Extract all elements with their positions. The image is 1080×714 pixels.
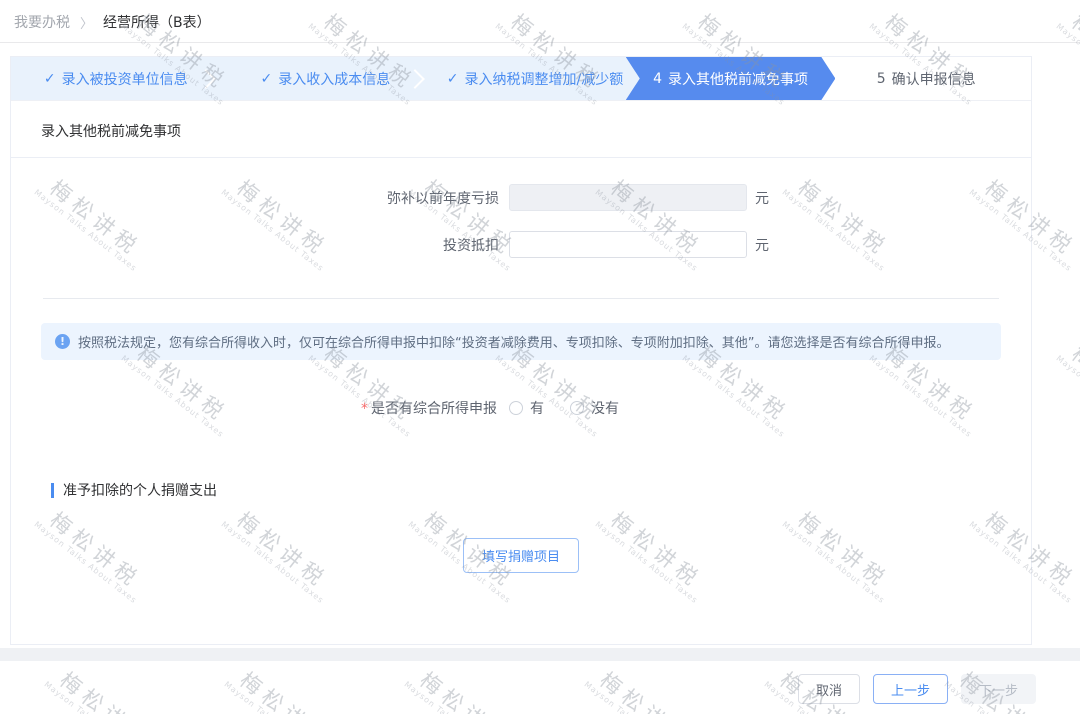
header-divider xyxy=(0,42,1080,43)
investment-offset-input[interactable] xyxy=(509,231,747,258)
radio-option-label: 没有 xyxy=(591,398,619,418)
info-icon: ! xyxy=(55,334,70,349)
field-row-prior-year-loss: 弥补以前年度亏损 元 xyxy=(11,184,1031,211)
step-5-confirm-declaration[interactable]: 5 确认申报信息 xyxy=(821,57,1031,100)
step-2-income-cost-info[interactable]: ✓ 录入收入成本信息 xyxy=(221,57,431,100)
deduction-form: 弥补以前年度亏损 元 投资抵扣 元 xyxy=(11,158,1031,284)
unit-label: 元 xyxy=(755,188,769,208)
radio-circle-icon[interactable] xyxy=(509,401,523,415)
radio-circle-icon[interactable] xyxy=(570,401,584,415)
notice-text: 按照税法规定，您有综合所得收入时，仅可在综合所得申报中扣除“投资者减除费用、专项… xyxy=(78,332,949,351)
field-row-investment-offset: 投资抵扣 元 xyxy=(11,231,1031,258)
field-label: 投资抵扣 xyxy=(11,235,509,255)
tax-law-notice-banner: ! 按照税法规定，您有综合所得收入时，仅可在综合所得申报中扣除“投资者减除费用、… xyxy=(41,323,1001,360)
section-divider xyxy=(43,298,999,299)
footer-action-bar: 取消 上一步 下一步 xyxy=(0,661,1080,714)
step-number: 5 xyxy=(877,71,886,87)
watermark: 梅松讲税Mayson Talks About Taxes xyxy=(1062,339,1080,446)
fill-donation-items-button[interactable]: 填写捐赠项目 xyxy=(463,538,579,573)
title-accent-bar xyxy=(51,483,54,498)
footer-separator-band xyxy=(0,648,1080,661)
comprehensive-income-radio-group: *是否有综合所得申报 有 没有 xyxy=(11,398,1031,418)
step-label: 录入纳税调整增加/减少额 xyxy=(464,69,623,89)
donation-section-title: 准予扣除的个人捐赠支出 xyxy=(51,480,1031,500)
main-card: ✓ 录入被投资单位信息 ✓ 录入收入成本信息 ✓ 录入纳税调整增加/减少额 4 … xyxy=(10,56,1032,645)
check-icon: ✓ xyxy=(44,71,56,87)
previous-step-button[interactable]: 上一步 xyxy=(873,674,948,704)
chevron-right-icon xyxy=(405,69,425,89)
prior-year-loss-input xyxy=(509,184,747,211)
breadcrumb-parent[interactable]: 我要办税 xyxy=(14,12,70,32)
breadcrumb-separator-icon: 〉 xyxy=(80,13,93,32)
step-label: 录入被投资单位信息 xyxy=(62,69,188,89)
donation-title-text: 准予扣除的个人捐赠支出 xyxy=(63,480,217,500)
radio-option-label: 有 xyxy=(530,398,544,418)
unit-label: 元 xyxy=(755,235,769,255)
step-4-pretax-deductions-active[interactable]: 4 录入其他税前减免事项 xyxy=(626,57,836,100)
radio-group-label: *是否有综合所得申报 xyxy=(11,398,509,418)
page: 我要办税 〉 经营所得（B表） ✓ 录入被投资单位信息 ✓ 录入收入成本信息 ✓… xyxy=(0,0,1080,714)
check-icon: ✓ xyxy=(261,71,273,87)
step-label: 确认申报信息 xyxy=(892,69,976,89)
step-label: 录入其他税前减免事项 xyxy=(668,69,808,89)
step-label: 录入收入成本信息 xyxy=(278,69,390,89)
radio-option-no[interactable]: 没有 xyxy=(570,398,619,418)
field-label: 弥补以前年度亏损 xyxy=(11,188,509,208)
radio-option-yes[interactable]: 有 xyxy=(509,398,544,418)
breadcrumb-current: 经营所得（B表） xyxy=(103,12,211,32)
chevron-right-icon xyxy=(196,69,216,89)
required-asterisk: * xyxy=(361,401,368,417)
step-number: 4 xyxy=(653,71,662,87)
step-wizard: ✓ 录入被投资单位信息 ✓ 录入收入成本信息 ✓ 录入纳税调整增加/减少额 4 … xyxy=(11,57,1031,101)
step-1-invested-unit-info[interactable]: ✓ 录入被投资单位信息 xyxy=(11,57,221,100)
next-step-button-disabled[interactable]: 下一步 xyxy=(961,674,1036,704)
step-3-tax-adjustment[interactable]: ✓ 录入纳税调整增加/减少额 xyxy=(430,57,640,100)
breadcrumb: 我要办税 〉 经营所得（B表） xyxy=(0,0,1080,42)
check-icon: ✓ xyxy=(447,71,459,87)
cancel-button[interactable]: 取消 xyxy=(798,674,860,704)
page-title: 录入其他税前减免事项 xyxy=(11,101,1031,158)
